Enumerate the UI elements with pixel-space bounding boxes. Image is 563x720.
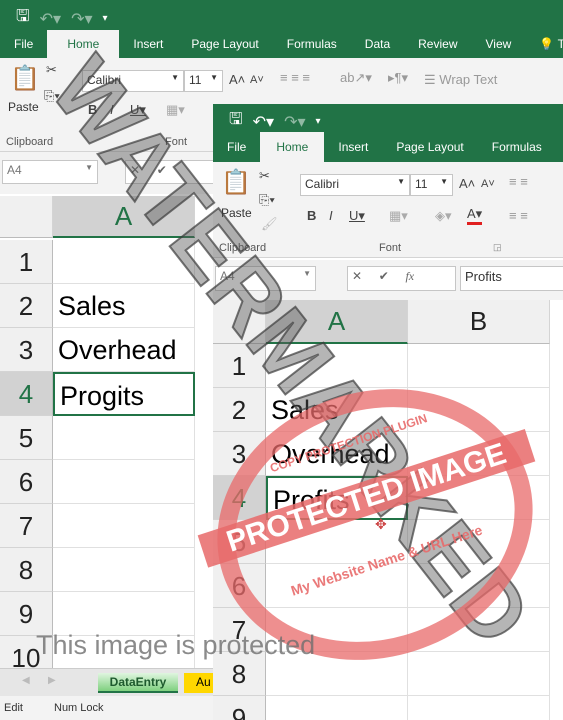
align-left-icon[interactable]: ≡ ≡ <box>509 208 528 223</box>
customize-qat-icon[interactable]: ▾ <box>103 13 108 24</box>
italic-icon[interactable]: I <box>329 208 333 223</box>
watermark-protected-text: This image is protected <box>36 630 316 660</box>
cell-A3[interactable]: Overhead <box>53 328 195 372</box>
redo-icon[interactable]: ↷▾ <box>284 112 305 132</box>
cancel-icon[interactable]: ✕ <box>352 269 362 283</box>
cell-B8[interactable] <box>408 652 550 696</box>
tab-home[interactable]: Home <box>260 132 325 162</box>
status-edit: Edit <box>4 702 23 714</box>
row-header-3[interactable]: 3 <box>0 328 53 372</box>
title-bar: 🖫 ↶▾ ↷▾ ▾ <box>213 104 563 132</box>
tab-file[interactable]: File <box>0 30 47 58</box>
cut-icon[interactable]: ✂ <box>259 168 270 184</box>
font-name-value: Calibri <box>305 177 340 191</box>
orientation-icon[interactable]: ab↗▾ <box>340 70 372 86</box>
insert-function-icon[interactable]: fx <box>405 269 414 283</box>
row-header-7[interactable]: 7 <box>0 504 53 548</box>
sheet-tab-bar: ◀ ▶ DataEntry Au <box>0 668 224 696</box>
font-dialog-launcher-icon[interactable]: ◲ <box>493 242 502 253</box>
font-size-select[interactable]: 11 ▼ <box>184 70 223 92</box>
name-box-value: A4 <box>7 163 22 177</box>
font-group-label: Font <box>379 242 402 254</box>
cell-A2[interactable]: Sales <box>53 284 195 328</box>
cell-A7[interactable] <box>53 504 195 548</box>
row-header-2[interactable]: 2 <box>213 388 266 432</box>
save-icon[interactable]: 🖫 <box>229 108 243 135</box>
grow-font-icon[interactable]: A˄ <box>459 176 475 191</box>
align-icon[interactable]: ≡ ≡ ≡ <box>280 70 310 85</box>
wrap-text-label: Wrap Text <box>439 72 498 87</box>
copy-icon[interactable]: ⎘▾ <box>259 192 275 208</box>
wrap-text-button[interactable]: ☰ Wrap Text <box>424 72 497 88</box>
ribbon-tabs: File Home Insert Page Layout Formulas Da… <box>0 30 563 58</box>
clipboard-group-label: Clipboard <box>6 136 54 148</box>
row-header-8[interactable]: 8 <box>0 548 53 592</box>
scroll-right-icon[interactable]: ▶ <box>48 675 56 686</box>
formula-buttons: ✕ ✔ fx <box>347 266 456 291</box>
row-header-2[interactable]: 2 <box>0 284 53 328</box>
undo-icon[interactable]: ↶▾ <box>40 9 61 29</box>
border-icon[interactable]: ▦▾ <box>389 208 408 224</box>
font-size-value: 11 <box>189 73 202 87</box>
align-icon[interactable]: ≡ ≡ <box>509 174 528 189</box>
font-size-select[interactable]: 11 ▼ <box>410 174 453 196</box>
paragraph-icon[interactable]: ▸¶▾ <box>388 70 408 86</box>
cell-A9[interactable] <box>266 696 408 720</box>
cell-B1[interactable] <box>408 344 550 388</box>
tab-insert[interactable]: Insert <box>119 30 177 58</box>
tab-page-layout[interactable]: Page Layout <box>382 132 477 162</box>
cut-icon[interactable]: ✂ <box>46 62 57 78</box>
scroll-left-icon[interactable]: ◀ <box>22 675 30 686</box>
customize-qat-icon[interactable]: ▾ <box>316 116 321 127</box>
undo-icon[interactable]: ↶▾ <box>253 112 274 132</box>
font-color-icon[interactable]: A▾ <box>467 206 483 225</box>
row-header-4[interactable]: 4 <box>0 372 53 416</box>
tab-review[interactable]: Review <box>404 30 471 58</box>
tab-view[interactable]: View <box>472 30 526 58</box>
grow-font-icon[interactable]: A˄ <box>229 72 245 87</box>
font-size-value: 11 <box>415 177 428 191</box>
tell-me-label: T <box>557 37 563 51</box>
bold-icon[interactable]: B <box>307 208 316 223</box>
tab-formulas[interactable]: Formulas <box>478 132 556 162</box>
tab-tell-me[interactable]: 💡 T <box>525 30 563 58</box>
save-icon[interactable]: 🖫 <box>16 5 30 32</box>
enter-icon[interactable]: ✔ <box>379 269 389 283</box>
paste-icon[interactable]: 📋 <box>10 64 40 93</box>
cell-A6[interactable] <box>53 460 195 504</box>
shrink-font-icon[interactable]: A˅ <box>250 74 264 86</box>
cell-B9[interactable] <box>408 696 550 720</box>
tab-insert[interactable]: Insert <box>324 132 382 162</box>
status-num-lock: Num Lock <box>54 702 104 714</box>
tab-page-layout[interactable]: Page Layout <box>177 30 272 58</box>
tab-file[interactable]: File <box>213 132 260 162</box>
row-header-6[interactable]: 6 <box>0 460 53 504</box>
font-name-select[interactable]: Calibri ▼ <box>300 174 410 196</box>
tab-data[interactable]: Data <box>351 30 404 58</box>
shrink-font-icon[interactable]: A˅ <box>481 178 495 190</box>
formula-input[interactable]: Profits <box>460 266 563 291</box>
underline-icon[interactable]: U▾ <box>349 208 365 224</box>
row-header-1[interactable]: 1 <box>0 240 53 284</box>
row-header-9[interactable]: 9 <box>213 696 266 720</box>
title-bar: 🖫 ↶▾ ↷▾ ▾ <box>0 0 563 30</box>
cell-A8[interactable] <box>53 548 195 592</box>
tab-formulas[interactable]: Formulas <box>273 30 351 58</box>
sheet-tab-dataentry[interactable]: DataEntry <box>98 673 178 693</box>
cell-A5[interactable] <box>53 416 195 460</box>
status-bar: Edit Num Lock <box>0 696 213 720</box>
row-header-5[interactable]: 5 <box>0 416 53 460</box>
cell-A4[interactable]: Progits <box>53 372 195 416</box>
fill-color-icon[interactable]: ◈▾ <box>435 208 452 224</box>
redo-icon[interactable]: ↷▾ <box>71 9 92 29</box>
ribbon-tabs: File Home Insert Page Layout Formulas <box>213 132 563 162</box>
format-painter-icon[interactable]: 🖌 <box>261 216 278 232</box>
column-header-b[interactable]: B <box>408 300 550 344</box>
select-all-corner[interactable] <box>0 196 53 238</box>
